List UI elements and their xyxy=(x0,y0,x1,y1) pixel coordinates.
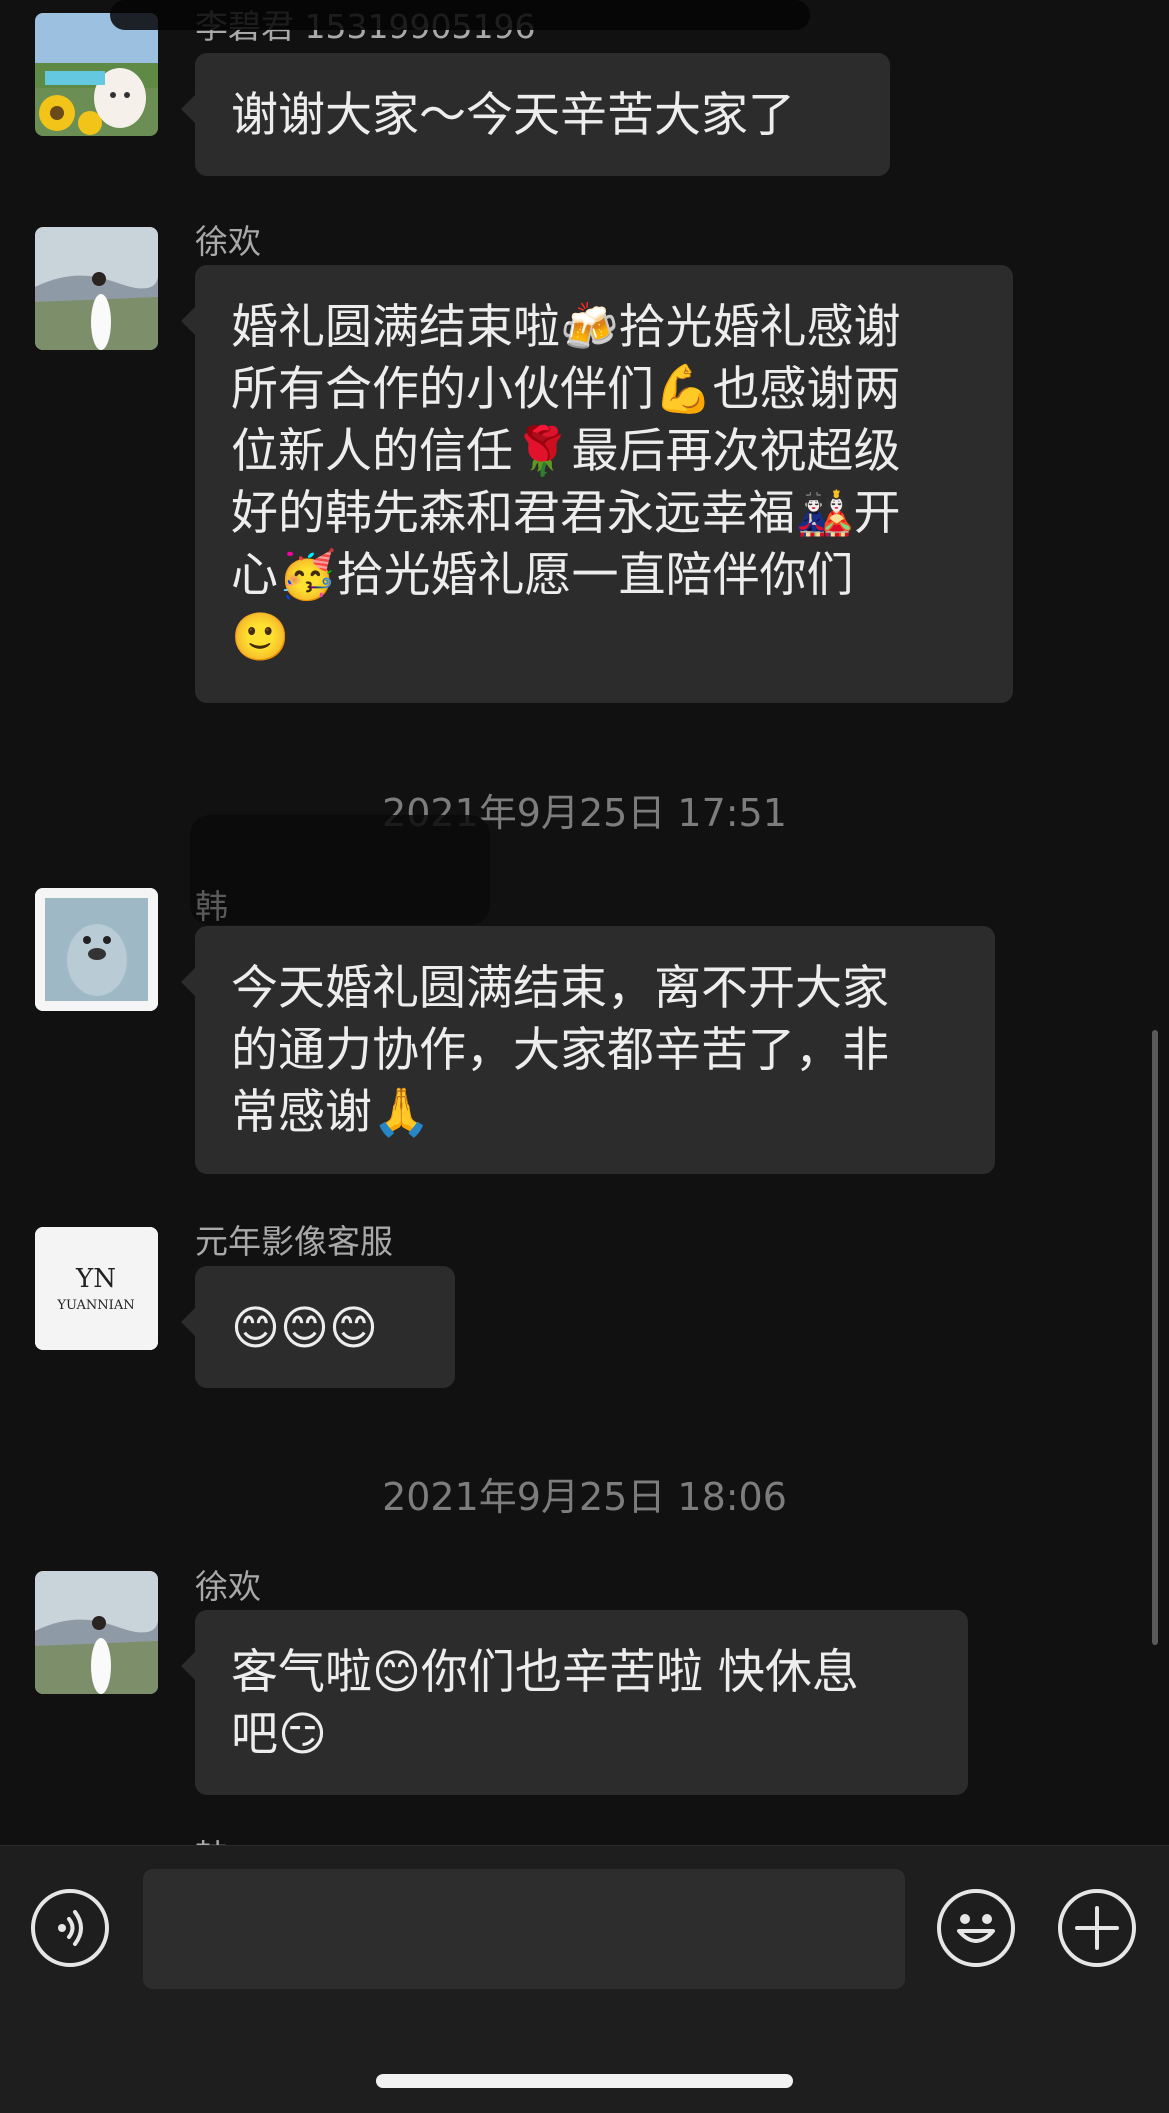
timestamp: 2021年9月25日 18:06 xyxy=(382,1475,787,1519)
sender-name: 徐欢 xyxy=(195,222,261,261)
svg-text:YN: YN xyxy=(75,1264,116,1294)
sender-name: 徐欢 xyxy=(195,1567,261,1606)
message-text: 谢谢大家～今天辛苦大家了 xyxy=(231,88,795,143)
message-text-line: 🙂 xyxy=(231,610,290,665)
emoji-icon xyxy=(957,1914,995,1943)
sender-name: 韩... xyxy=(195,1830,259,1845)
avatar[interactable] xyxy=(35,888,158,1011)
plus-icon xyxy=(1075,1906,1119,1950)
message-bubble[interactable]: 婚礼圆满结束啦🍻拾光婚礼感谢 所有合作的小伙伴们💪也感谢两 位新人的信任🌹最后再… xyxy=(181,265,1013,703)
avatar[interactable] xyxy=(35,13,158,136)
input-bar xyxy=(0,1845,1169,2113)
svg-text:YUANNIAN: YUANNIAN xyxy=(56,1298,134,1313)
avatar[interactable] xyxy=(35,227,158,350)
home-indicator[interactable] xyxy=(376,2074,793,2088)
redaction-mark xyxy=(110,0,810,30)
message-text: 😊😊😊 xyxy=(231,1301,378,1356)
emoji-button[interactable] xyxy=(937,1889,1015,1967)
message-bubble[interactable]: 客气啦😊你们也辛苦啦 快休息 吧😏 xyxy=(181,1610,968,1795)
message-text-line: 吧😏 xyxy=(231,1707,327,1762)
message-text-line: 好的韩先森和君君永远幸福🎎开 xyxy=(231,486,901,541)
plus-button[interactable] xyxy=(1058,1889,1136,1967)
message-text-line: 客气啦😊你们也辛苦啦 快休息 xyxy=(231,1645,859,1700)
message-text-line: 今天婚礼圆满结束，离不开大家 xyxy=(231,961,889,1016)
redaction-mark xyxy=(190,815,490,925)
voice-button[interactable] xyxy=(31,1889,109,1967)
message-input[interactable] xyxy=(143,1869,905,1989)
message-text-line: 位新人的信任🌹最后再次祝超级 xyxy=(231,424,901,479)
message-bubble[interactable]: 谢谢大家～今天辛苦大家了 xyxy=(181,53,890,176)
sender-name: 韩 xyxy=(195,887,228,926)
scrollbar[interactable] xyxy=(1152,1030,1158,1645)
avatar[interactable]: YN YUANNIAN xyxy=(35,1227,158,1350)
message-text-line: 婚礼圆满结束啦🍻拾光婚礼感谢 xyxy=(231,300,901,355)
sender-name: 元年影像客服 xyxy=(195,1222,393,1261)
message-bubble[interactable]: 😊😊😊 xyxy=(181,1266,455,1388)
avatar[interactable] xyxy=(35,1571,158,1694)
message-text-line: 的通力协作，大家都辛苦了，非 xyxy=(231,1023,889,1078)
timestamp: 2021年9月25日 17:51 xyxy=(382,791,787,835)
message-text-line: 心🥳拾光婚礼愿一直陪伴你们 xyxy=(231,548,854,603)
voice-icon xyxy=(58,1910,83,1946)
chat-message-list[interactable]: 李碧君 15319905196 谢谢大家～今天辛苦大家了 徐欢 婚礼圆满结束啦🍻… xyxy=(0,0,1169,1845)
message-text-line: 所有合作的小伙伴们💪也感谢两 xyxy=(231,362,901,417)
message-bubble[interactable]: 今天婚礼圆满结束，离不开大家 的通力协作，大家都辛苦了，非 常感谢🙏 xyxy=(181,926,995,1174)
message-text-line: 常感谢🙏 xyxy=(231,1085,431,1140)
